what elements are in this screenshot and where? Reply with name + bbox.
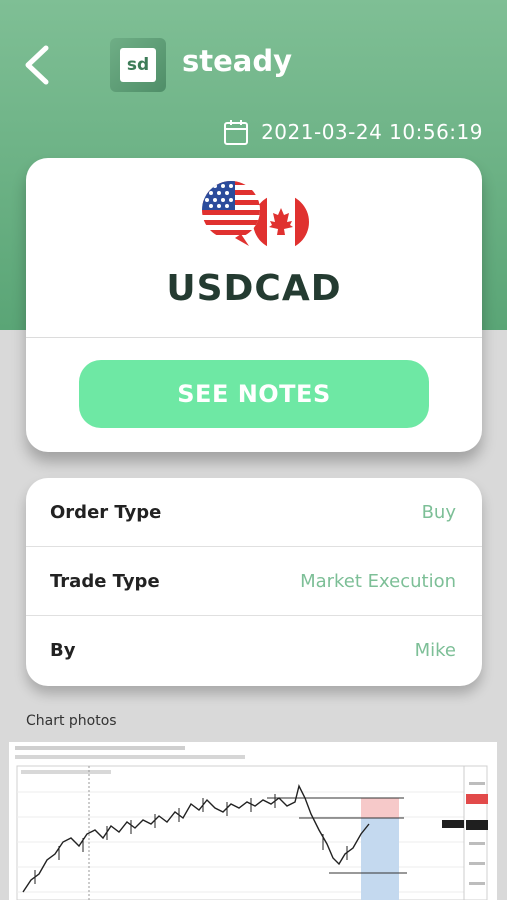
detail-label: Order Type	[50, 501, 162, 523]
detail-label: Trade Type	[50, 570, 160, 592]
back-chevron-icon[interactable]	[18, 42, 58, 88]
detail-row-by: By Mike	[26, 616, 482, 685]
detail-row-trade-type: Trade Type Market Execution	[26, 547, 482, 616]
currency-pair-title: USDCAD	[166, 268, 342, 309]
see-notes-button[interactable]: SEE NOTES	[79, 360, 429, 428]
currency-pair-card: USDCAD SEE NOTES	[26, 158, 482, 452]
trade-details-card: Order Type Buy Trade Type Market Executi…	[26, 478, 482, 686]
detail-value: Buy	[421, 501, 456, 523]
brand-name: steady	[182, 44, 293, 78]
detail-value: Market Execution	[300, 570, 456, 592]
canada-flag-icon	[253, 194, 309, 252]
us-flag-icon	[202, 181, 260, 246]
chart-screenshot-image	[9, 742, 497, 900]
calendar-icon	[224, 120, 249, 145]
chart-photos-heading: Chart photos	[26, 713, 117, 729]
trade-datetime: 2021-03-24 10:56:19	[223, 118, 483, 146]
detail-row-order-type: Order Type Buy	[26, 478, 482, 547]
currency-flags	[202, 181, 309, 252]
card-divider	[26, 337, 482, 338]
app-logo: sd	[110, 38, 166, 92]
detail-label: By	[50, 640, 76, 661]
chart-photo-thumbnail[interactable]	[9, 742, 497, 900]
app-logo-mark: sd	[120, 48, 156, 82]
datetime-text: 2021-03-24 10:56:19	[261, 120, 483, 144]
detail-value: Mike	[414, 640, 456, 661]
